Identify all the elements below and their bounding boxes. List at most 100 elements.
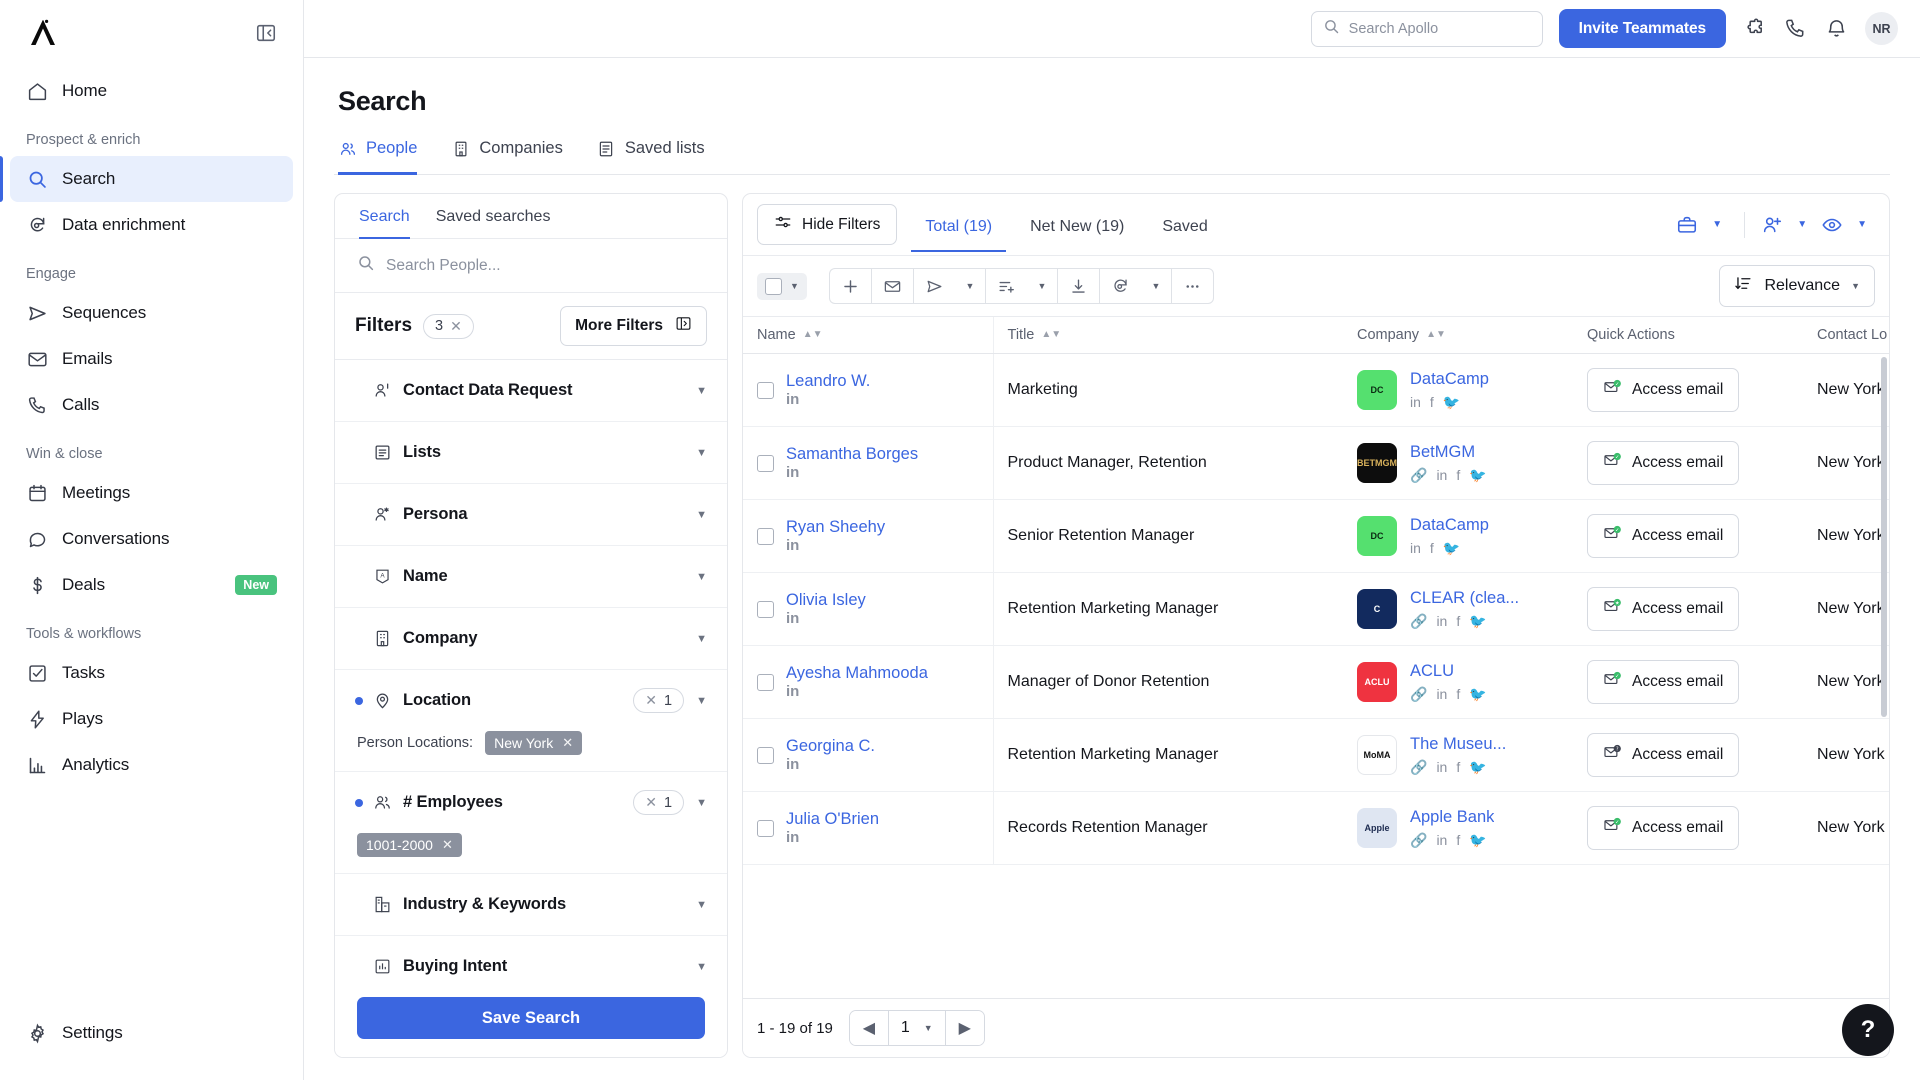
row-checkbox[interactable] [757,600,774,618]
table-row[interactable]: Samantha Borges in Product Manager, Retent… [743,426,1889,500]
more-filters-button[interactable]: More Filters [560,306,707,346]
clear-filters-icon[interactable]: ✕ [450,318,462,335]
sidebar-item-search[interactable]: Search [0,156,293,202]
linkedin-icon[interactable]: in [786,537,799,554]
column-header-title[interactable]: Title ▲▼ [993,317,1343,354]
filter-head[interactable]: Buying Intent ▼ [355,936,707,983]
sort-arrows-icon[interactable]: ▲▼ [1426,330,1446,340]
social-f-icon[interactable]: f [1430,394,1434,410]
clear-icon[interactable]: ✕ [645,692,657,709]
row-checkbox[interactable] [757,381,774,399]
person-name-link[interactable]: Julia O'Brien [786,810,879,829]
chevron-down-icon[interactable]: ▼ [1141,269,1171,303]
linkedin-icon[interactable]: in [786,391,799,408]
list-add-icon[interactable] [986,269,1027,303]
social-f-icon[interactable]: f [1456,686,1460,702]
filter-head[interactable]: Persona ▼ [355,484,707,545]
sidebar-item-conversations[interactable]: Conversations [10,516,293,562]
chevron-down-icon[interactable]: ▼ [696,695,707,707]
filters-count-chip[interactable]: 3 ✕ [423,313,474,339]
filter-head[interactable]: Contact Data Request ▼ [355,360,707,421]
select-all-checkbox[interactable] [765,277,782,295]
filter-head[interactable]: Company ▼ [355,608,707,669]
add-person-icon[interactable] [1759,212,1785,238]
chevron-down-icon[interactable]: ▼ [1704,219,1730,230]
table-row[interactable]: Olivia Isley in Retention Marketing Manage… [743,572,1889,646]
access-email-button[interactable]: ? Access email [1587,733,1740,777]
eye-icon[interactable] [1819,212,1845,238]
social-in-icon[interactable]: in [1436,613,1447,629]
access-email-button[interactable]: ★ Access email [1587,587,1740,631]
puzzle-piece-icon[interactable] [1742,16,1767,41]
filter-head[interactable]: Industry & Keywords ▼ [355,874,707,935]
filter-tab-search[interactable]: Search [359,208,410,239]
sidebar-item-emails[interactable]: Emails [10,336,293,382]
global-search-input[interactable]: Search Apollo [1310,10,1543,47]
linkedin-icon[interactable]: in [786,756,799,773]
social-t-icon[interactable]: 🐦 [1469,613,1486,630]
results-tab-total[interactable]: Total (19) [911,208,1007,252]
sort-button[interactable]: Relevance ▼ [1719,265,1875,307]
social-t-icon[interactable]: 🐦 [1469,759,1486,776]
social-link-icon[interactable]: 🔗 [1410,686,1427,703]
location-value-chip[interactable]: New York ✕ [485,731,583,755]
row-checkbox[interactable] [757,819,774,837]
sidebar-item-meetings[interactable]: Meetings [10,470,293,516]
remove-icon[interactable]: ✕ [442,837,453,853]
social-f-icon[interactable]: f [1456,759,1460,775]
employees-value-chip[interactable]: 1001-2000 ✕ [357,833,462,857]
results-tab-net-new[interactable]: Net New (19) [1016,208,1138,252]
company-name-link[interactable]: Apple Bank [1410,808,1494,827]
chevron-down-icon[interactable]: ▼ [696,797,707,809]
save-search-button[interactable]: Save Search [357,997,705,1039]
social-in-icon[interactable]: in [1436,832,1447,848]
location-filter-count-chip[interactable]: ✕ 1 [633,688,685,713]
filters-search-input[interactable]: Search People... [335,239,727,293]
employees-filter-count-chip[interactable]: ✕ 1 [633,790,685,815]
social-link-icon[interactable]: 🔗 [1410,467,1427,484]
hide-filters-button[interactable]: Hide Filters [757,204,898,245]
person-name-link[interactable]: Olivia Isley [786,591,866,610]
remove-icon[interactable]: ✕ [562,735,573,751]
send-icon[interactable] [914,269,955,303]
person-name-link[interactable]: Georgina C. [786,737,875,756]
page-select[interactable]: 1 ▼ [887,1011,946,1045]
clear-icon[interactable]: ✕ [645,794,657,811]
company-name-link[interactable]: CLEAR (clea... [1410,589,1519,608]
sidebar-item-calls[interactable]: Calls [10,382,293,428]
chevron-down-icon[interactable]: ▼ [1849,219,1875,230]
access-email-button[interactable]: ✓ Access email [1587,660,1740,704]
social-t-icon[interactable]: 🐦 [1469,686,1486,703]
filter-tab-saved-searches[interactable]: Saved searches [436,208,551,239]
social-t-icon[interactable]: 🐦 [1443,540,1460,557]
sidebar-item-analytics[interactable]: Analytics [10,742,293,788]
filter-head[interactable]: A Name ▼ [355,546,707,607]
phone-icon[interactable] [1783,16,1808,41]
sidebar-item-data-enrichment[interactable]: Data enrichment [10,202,293,248]
sidebar-item-deals[interactable]: Deals New [10,562,293,608]
chevron-down-icon[interactable]: ▼ [696,571,707,583]
envelope-icon[interactable] [872,269,913,303]
select-all-control[interactable]: ▼ [757,272,807,300]
access-email-button[interactable]: ✓ Access email [1587,806,1740,850]
chevron-down-icon[interactable]: ▼ [955,269,985,303]
briefcase-icon[interactable] [1674,212,1700,238]
avatar[interactable]: NR [1865,12,1898,45]
company-name-link[interactable]: DataCamp [1410,370,1489,389]
social-in-icon[interactable]: in [1436,759,1447,775]
table-row[interactable]: Georgina C. in Retention Marketing Manager… [743,718,1889,792]
social-t-icon[interactable]: 🐦 [1443,394,1460,411]
sidebar-item-tasks[interactable]: Tasks [10,650,293,696]
more-horizontal-icon[interactable] [1172,269,1213,303]
social-link-icon[interactable]: 🔗 [1410,759,1427,776]
chevron-down-icon[interactable]: ▼ [1789,219,1815,230]
social-link-icon[interactable]: 🔗 [1410,613,1427,630]
social-t-icon[interactable]: 🐦 [1469,832,1486,849]
chevron-down-icon[interactable]: ▼ [790,281,799,291]
social-link-icon[interactable]: 🔗 [1410,832,1427,849]
chevron-down-icon[interactable]: ▼ [696,633,707,645]
access-email-button[interactable]: ✓ Access email [1587,514,1740,558]
social-f-icon[interactable]: f [1456,613,1460,629]
column-header-name[interactable]: Name ▲▼ [743,317,994,354]
bell-icon[interactable] [1824,16,1849,41]
